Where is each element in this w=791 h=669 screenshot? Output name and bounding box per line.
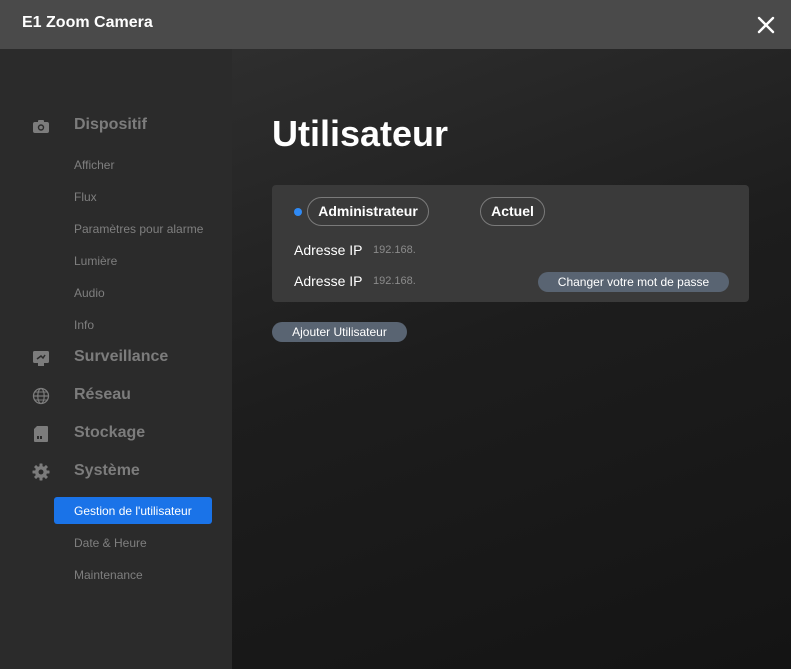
ip-address-value: 192.168. xyxy=(373,275,416,287)
page-title: Utilisateur xyxy=(272,113,449,154)
sidebar-item-label: Gestion de l'utilisateur xyxy=(74,504,192,518)
close-icon xyxy=(757,16,775,34)
sidebar-item-label: Date & Heure xyxy=(74,536,147,550)
sidebar-item-info[interactable]: Info xyxy=(54,311,212,338)
sidebar-category-dispositif[interactable]: Dispositif xyxy=(0,111,232,141)
sidebar-item-label: Audio xyxy=(74,286,105,300)
sidebar-item-flux[interactable]: Flux xyxy=(54,183,212,210)
camera-icon xyxy=(33,120,49,133)
sidebar-category-label: Stockage xyxy=(74,424,146,441)
change-password-button[interactable]: Changer votre mot de passe xyxy=(538,272,729,292)
sidebar-category-systeme[interactable]: Système xyxy=(0,457,232,487)
ip-address-label: Adresse IP xyxy=(294,273,363,289)
sidebar-item-gestion-utilisateur[interactable]: Gestion de l'utilisateur xyxy=(54,497,212,524)
sidebar-category-surveillance[interactable]: Surveillance xyxy=(0,343,232,373)
current-user-badge: Actuel xyxy=(480,197,545,226)
sidebar-item-date-heure[interactable]: Date & Heure xyxy=(54,529,212,556)
sidebar-item-label: Info xyxy=(74,318,95,332)
user-card: Administrateur Actuel Adresse IP 192.168… xyxy=(272,185,749,302)
sidebar-item-label: Flux xyxy=(74,190,97,204)
sidebar-category-label: Surveillance xyxy=(74,348,169,365)
close-button[interactable] xyxy=(755,14,777,36)
sidebar-category-reseau[interactable]: Réseau xyxy=(0,381,232,411)
add-user-button[interactable]: Ajouter Utilisateur xyxy=(272,322,407,342)
sidebar-category-label: Réseau xyxy=(74,386,131,403)
sidebar-item-label: Paramètres pour alarme xyxy=(74,222,204,236)
ip-address-value: 192.168. xyxy=(373,244,416,256)
sidebar-item-parametres-alarme[interactable]: Paramètres pour alarme xyxy=(54,215,212,242)
sidebar-item-lumiere[interactable]: Lumière xyxy=(54,247,212,274)
sidebar-category-stockage[interactable]: Stockage xyxy=(0,419,232,449)
sidebar-item-audio[interactable]: Audio xyxy=(54,279,212,306)
title-bar: E1 Zoom Camera xyxy=(0,0,791,49)
sidebar-category-label: Système xyxy=(74,462,140,479)
sd-card-icon xyxy=(34,426,48,442)
main-panel: Utilisateur Administrateur Actuel Adress… xyxy=(232,49,791,669)
online-status-dot xyxy=(294,208,302,216)
gear-icon xyxy=(32,463,50,481)
sidebar-item-afficher[interactable]: Afficher xyxy=(54,151,212,178)
globe-icon xyxy=(32,387,50,405)
sidebar-item-maintenance[interactable]: Maintenance xyxy=(54,561,212,588)
sidebar-item-label: Afficher xyxy=(74,158,115,172)
monitor-icon xyxy=(33,351,49,366)
sidebar: Dispositif Afficher Flux Paramètres pour… xyxy=(0,49,232,669)
username-badge: Administrateur xyxy=(307,197,429,226)
window-title: E1 Zoom Camera xyxy=(22,14,153,31)
sidebar-item-label: Lumière xyxy=(74,254,118,268)
sidebar-item-label: Maintenance xyxy=(74,568,143,582)
ip-address-label: Adresse IP xyxy=(294,242,363,258)
sidebar-category-label: Dispositif xyxy=(74,116,147,133)
